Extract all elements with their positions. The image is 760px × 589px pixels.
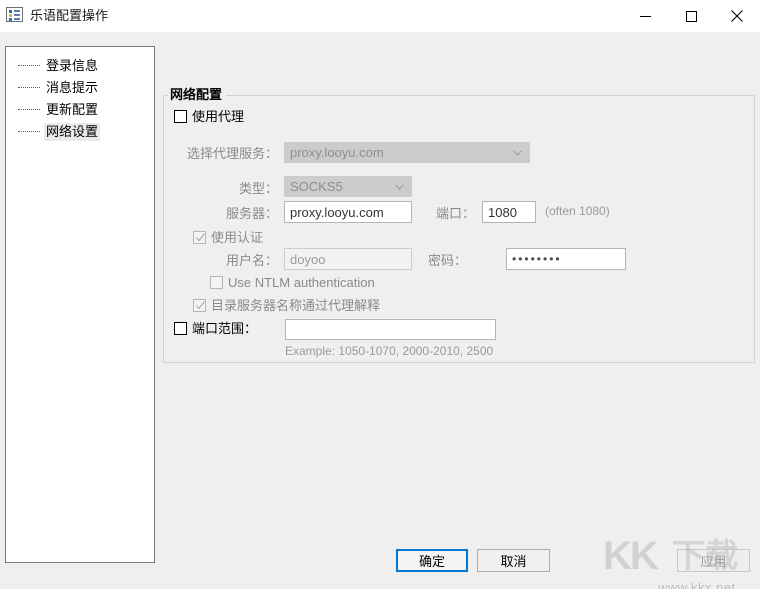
type-combobox[interactable]: SOCKS5 [284, 176, 412, 197]
password-label: 密码： [428, 253, 468, 268]
resolve-via-proxy-label: 目录服务器名称通过代理解释 [211, 298, 381, 313]
port-input[interactable]: 1080 [482, 201, 536, 223]
tree-item-label: 消息提示 [46, 79, 99, 95]
watermark-url: www.kkx.net [658, 580, 736, 589]
chevron-down-icon [395, 183, 404, 190]
window-controls [622, 0, 760, 32]
use-auth-label: 使用认证 [211, 230, 264, 245]
tree-item-update-config[interactable]: 更新配置 [18, 99, 100, 120]
port-range-input[interactable] [285, 319, 496, 340]
proxy-service-label: 选择代理服务： [186, 146, 278, 161]
ntlm-checkbox[interactable] [210, 276, 223, 289]
tree-item-label: 登录信息 [46, 57, 99, 73]
ntlm-label: Use NTLM authentication [228, 275, 375, 290]
password-value: •••••••• [512, 252, 562, 266]
maximize-button[interactable] [668, 0, 714, 32]
window-title: 乐语配置操作 [30, 8, 109, 23]
port-range-label: 端口范围： [192, 321, 258, 336]
tree-item-label: 更新配置 [46, 101, 99, 117]
tree-item-login-info[interactable]: 登录信息 [18, 55, 100, 76]
use-proxy-label: 使用代理 [192, 109, 245, 124]
close-icon [731, 10, 743, 22]
checkmark-icon [196, 301, 206, 310]
port-range-example: Example: 1050-1070, 2000-2010, 2500 [285, 344, 494, 358]
proxy-service-value: proxy.looyu.com [290, 145, 384, 160]
tree-item-network-settings[interactable]: 网络设置 [18, 121, 101, 142]
type-label: 类型： [238, 181, 278, 196]
server-value: proxy.looyu.com [290, 204, 384, 220]
tree-item-message-alert[interactable]: 消息提示 [18, 77, 100, 98]
watermark-kk: KK [603, 534, 659, 578]
username-label: 用户名： [225, 253, 278, 268]
server-input[interactable]: proxy.looyu.com [284, 201, 412, 223]
ok-button[interactable]: 确定 [396, 549, 468, 572]
username-value: doyoo [290, 251, 326, 267]
minimize-button[interactable] [622, 0, 668, 32]
password-input[interactable]: •••••••• [506, 248, 626, 270]
maximize-icon [685, 10, 697, 22]
close-button[interactable] [714, 0, 760, 32]
tree-connector-line [18, 86, 40, 89]
tree-connector-line [18, 130, 40, 133]
tree-item-label: 网络设置 [44, 122, 101, 141]
apply-button[interactable]: 应用 [677, 549, 750, 572]
resolve-via-proxy-checkbox[interactable] [193, 299, 206, 312]
port-label: 端口： [436, 206, 476, 221]
settings-tree[interactable]: 登录信息 消息提示 更新配置 网络设置 [5, 46, 155, 563]
network-config-title: 网络配置 [168, 87, 227, 103]
list-view-icon [6, 7, 23, 22]
title-bar: 乐语配置操作 [0, 0, 760, 32]
use-proxy-checkbox[interactable] [174, 110, 187, 123]
username-input[interactable]: doyoo [284, 248, 412, 270]
minimize-icon [639, 15, 651, 17]
chevron-down-icon [513, 149, 522, 156]
port-value: 1080 [488, 204, 517, 220]
port-hint: (often 1080) [545, 204, 610, 218]
checkmark-icon [196, 233, 206, 242]
port-range-checkbox[interactable] [174, 322, 187, 335]
type-value: SOCKS5 [290, 179, 343, 194]
tree-connector-line [18, 64, 40, 67]
use-auth-checkbox[interactable] [193, 231, 206, 244]
proxy-service-combobox[interactable]: proxy.looyu.com [284, 142, 530, 163]
server-label: 服务器： [225, 206, 278, 221]
cancel-button[interactable]: 取消 [477, 549, 550, 572]
tree-connector-line [18, 108, 40, 111]
config-dialog-window: 乐语配置操作 登录信息 消息提示 更新配置 网络设置 网络配置 使用代理 选择代… [0, 0, 760, 589]
